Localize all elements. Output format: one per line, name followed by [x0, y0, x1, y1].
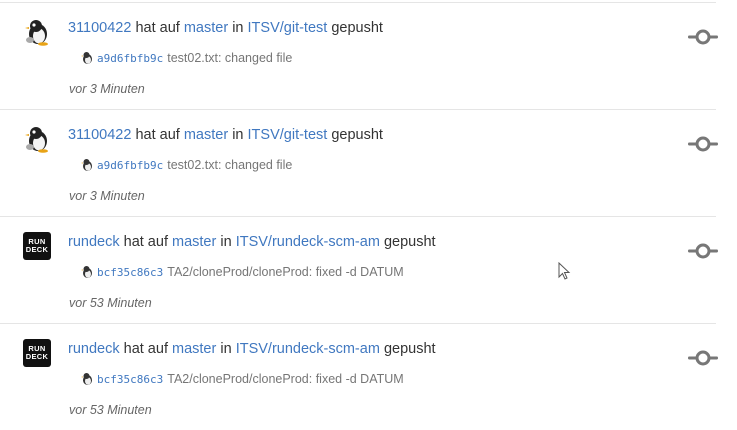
user-link[interactable]: 31100422	[68, 20, 131, 36]
branch-link[interactable]: master	[172, 341, 216, 357]
feed-item: 31100422 hat auf master in ITSV/git-test…	[0, 110, 718, 217]
relative-time: vor 3 Minuten	[69, 82, 145, 96]
text-in: in	[232, 127, 244, 143]
text-action: gepusht	[383, 341, 436, 357]
penguin-mini-avatar-icon	[81, 266, 92, 278]
text-hat-auf: hat auf	[123, 341, 168, 357]
git-commit-icon	[688, 136, 718, 152]
git-commit-icon	[688, 29, 718, 45]
branch-link[interactable]: master	[172, 234, 216, 250]
feed-item-title: 31100422 hat auf master in ITSV/git-test…	[68, 20, 383, 36]
commit-line: a9d6fbfb9c test02.txt: changed file	[80, 158, 292, 172]
feed-item-title: 31100422 hat auf master in ITSV/git-test…	[68, 127, 383, 143]
feed-item-title: rundeck hat auf master in ITSV/rundeck-s…	[68, 341, 436, 357]
branch-link[interactable]: master	[184, 127, 228, 143]
git-commit-icon	[688, 243, 718, 259]
relative-time: vor 53 Minuten	[69, 296, 152, 310]
commit-line: a9d6fbfb9c test02.txt: changed file	[80, 51, 292, 65]
text-action: gepusht	[331, 127, 383, 143]
text-action: gepusht	[331, 20, 383, 36]
activity-feed: 31100422 hat auf master in ITSV/git-test…	[0, 3, 718, 430]
commit-line: bcf35c86c3 TA2/cloneProd/cloneProd: fixe…	[80, 265, 404, 279]
repo-link[interactable]: ITSV/git-test	[248, 127, 328, 143]
rundeck-avatar-text-line: DECK	[25, 245, 49, 254]
rundeck-avatar-icon[interactable]: RUN DECK	[23, 232, 51, 260]
commit-message: test02.txt: changed file	[167, 158, 293, 172]
text-hat-auf: hat auf	[123, 234, 168, 250]
commit-sha-link[interactable]: bcf35c86c3	[97, 266, 163, 279]
penguin-avatar-icon[interactable]	[23, 125, 51, 153]
commit-sha-link[interactable]: a9d6fbfb9c	[97, 52, 163, 65]
feed-item-title: rundeck hat auf master in ITSV/rundeck-s…	[68, 234, 436, 250]
text-in: in	[220, 341, 232, 357]
user-link[interactable]: rundeck	[68, 234, 120, 250]
rundeck-avatar-text-line: DECK	[25, 352, 49, 361]
repo-link[interactable]: ITSV/git-test	[248, 20, 328, 36]
user-link[interactable]: 31100422	[68, 127, 131, 143]
git-commit-icon	[688, 350, 718, 366]
commit-message: test02.txt: changed file	[167, 51, 293, 65]
relative-time: vor 53 Minuten	[69, 403, 152, 417]
commit-message: TA2/cloneProd/cloneProd: fixed -d DATUM	[167, 372, 404, 386]
repo-link[interactable]: ITSV/rundeck-scm-am	[236, 341, 380, 357]
penguin-mini-avatar-icon	[81, 373, 92, 385]
text-hat-auf: hat auf	[135, 127, 180, 143]
user-link[interactable]: rundeck	[68, 341, 120, 357]
feed-item: RUN DECK rundeck hat auf master in ITSV/…	[0, 217, 718, 324]
feed-item: RUN DECK rundeck hat auf master in ITSV/…	[0, 324, 718, 430]
text-in: in	[232, 20, 244, 36]
commit-line: bcf35c86c3 TA2/cloneProd/cloneProd: fixe…	[80, 372, 404, 386]
text-in: in	[220, 234, 232, 250]
branch-link[interactable]: master	[184, 20, 228, 36]
penguin-avatar-icon[interactable]	[23, 18, 51, 46]
commit-sha-link[interactable]: bcf35c86c3	[97, 373, 163, 386]
text-action: gepusht	[383, 234, 436, 250]
commit-message: TA2/cloneProd/cloneProd: fixed -d DATUM	[167, 265, 404, 279]
commit-sha-link[interactable]: a9d6fbfb9c	[97, 159, 163, 172]
text-hat-auf: hat auf	[135, 20, 180, 36]
repo-link[interactable]: ITSV/rundeck-scm-am	[236, 234, 380, 250]
rundeck-avatar-icon[interactable]: RUN DECK	[23, 339, 51, 367]
feed-item: 31100422 hat auf master in ITSV/git-test…	[0, 3, 718, 110]
penguin-mini-avatar-icon	[81, 52, 92, 64]
mouse-cursor-icon	[558, 262, 571, 280]
relative-time: vor 3 Minuten	[69, 189, 145, 203]
penguin-mini-avatar-icon	[81, 159, 92, 171]
